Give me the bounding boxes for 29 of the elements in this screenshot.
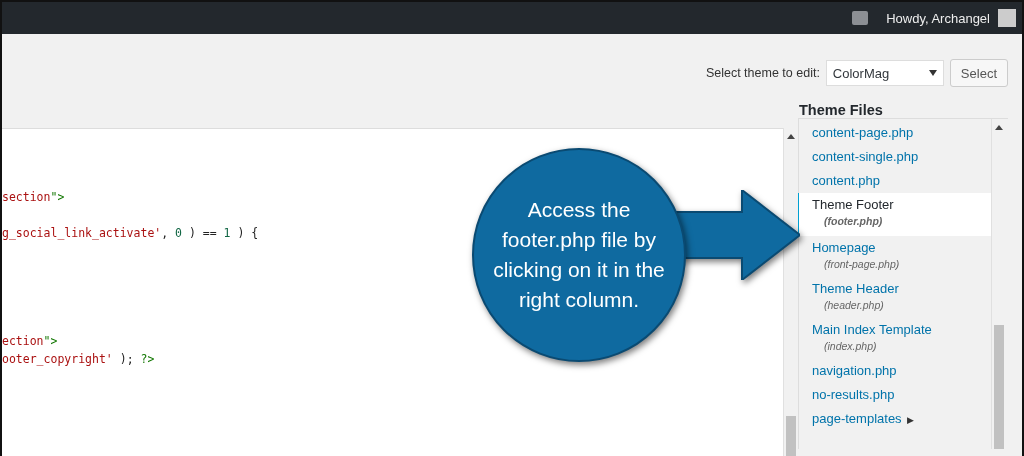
code-line: section"> xyxy=(2,189,65,206)
file-name: (front-page.php) xyxy=(823,257,901,272)
file-link[interactable]: Theme Footer xyxy=(812,197,894,212)
code-line: g_social_link_activate', 0 ) == 1 ) { xyxy=(2,225,259,242)
code-line: ection"> xyxy=(2,333,58,350)
file-link[interactable]: no-results.php xyxy=(812,387,895,402)
file-name: (header.php) xyxy=(823,298,885,313)
file-link[interactable]: content-single.php xyxy=(812,149,919,164)
file-name: (footer.php) xyxy=(823,214,884,229)
file-link[interactable]: content.php xyxy=(812,173,880,188)
panel-heading: Theme Files xyxy=(798,101,884,118)
folder-link[interactable]: page-templates xyxy=(812,411,902,426)
theme-dropdown[interactable]: ColorMag xyxy=(825,60,944,86)
expand-toggle[interactable]: ▶ xyxy=(906,415,914,425)
callout-text: Access the footer.php file by clicking on it in the right column. xyxy=(492,197,666,313)
scrollbar[interactable] xyxy=(783,128,798,456)
code-line: ooter_copyright' ); ?> xyxy=(2,351,155,368)
select-label: Select theme to edit: xyxy=(705,66,820,80)
select-button[interactable]: Select xyxy=(949,59,1008,87)
user-greeting[interactable]: Howdy, Archangel xyxy=(886,10,990,26)
file-link[interactable]: navigation.php xyxy=(812,363,897,378)
file-name: (index.php) xyxy=(823,339,878,354)
file-link[interactable]: content-page.php xyxy=(812,125,914,140)
file-link[interactable]: Main Index Template xyxy=(812,322,932,337)
file-link[interactable]: Homepage xyxy=(812,240,876,255)
caret-icon xyxy=(928,70,937,76)
file-link[interactable]: Theme Header xyxy=(812,281,899,296)
scrollbar[interactable] xyxy=(991,119,1006,449)
comment-icon[interactable] xyxy=(852,11,869,25)
